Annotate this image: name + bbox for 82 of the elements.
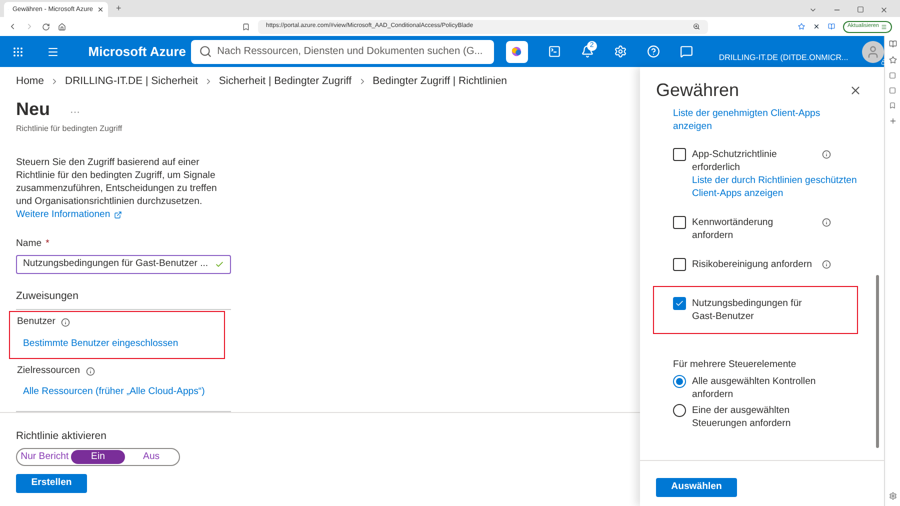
breadcrumb-link[interactable]: Sicherheit | Bedingter Zugriff bbox=[218, 74, 352, 90]
add-icon bbox=[888, 117, 896, 125]
checkbox[interactable] bbox=[673, 148, 686, 161]
new-tab-button[interactable]: + bbox=[116, 2, 122, 15]
feedback-icon bbox=[680, 45, 693, 58]
wallet-icon bbox=[889, 87, 896, 94]
section-link[interactable]: Bestimmte Benutzer eingeschlossen bbox=[23, 336, 224, 352]
extension-icon bbox=[812, 23, 820, 30]
radio-button[interactable] bbox=[673, 375, 686, 388]
checkbox[interactable] bbox=[673, 216, 686, 229]
extension-icon bbox=[798, 23, 804, 30]
external-link-icon bbox=[114, 210, 122, 219]
copilot-icon bbox=[511, 46, 522, 57]
close-icon bbox=[97, 6, 104, 13]
settings-icon bbox=[888, 492, 896, 500]
chevron-down-icon bbox=[809, 6, 817, 14]
menu-icon bbox=[47, 46, 60, 58]
restore-icon bbox=[857, 6, 864, 13]
page-subtitle: Richtlinie für bedingten Zugriff bbox=[16, 122, 124, 135]
save-icon bbox=[889, 102, 896, 109]
person-icon bbox=[866, 44, 880, 58]
zoom-icon bbox=[693, 23, 700, 30]
enable-label: Richtlinie aktivieren bbox=[16, 429, 108, 444]
book-icon bbox=[888, 40, 896, 48]
bookmark-icon bbox=[242, 22, 250, 30]
forward-icon bbox=[25, 22, 34, 31]
checkbox-label: Kennwortänderung anfordern bbox=[692, 216, 774, 242]
search-field[interactable]: Nach Ressourcen, Diensten und Dokumenten suchen (G... bbox=[191, 40, 494, 64]
breadcrumb-link[interactable]: Home bbox=[16, 74, 44, 90]
brand-title[interactable]: Microsoft Azure bbox=[88, 42, 192, 62]
back-icon bbox=[8, 22, 17, 31]
more-button[interactable]: ··· bbox=[70, 104, 80, 120]
info-icon bbox=[61, 318, 70, 327]
reload-icon bbox=[42, 22, 50, 30]
check-icon bbox=[215, 260, 224, 269]
panel-link[interactable]: Liste der durch Richtlinien geschützten Client-Apps anzeigen bbox=[692, 174, 862, 200]
toggle-option[interactable]: Ein bbox=[71, 450, 125, 464]
section-heading: Zuweisungen bbox=[16, 288, 80, 304]
checkbox-label: App-Schutzrichtlinie erforderlich bbox=[692, 148, 778, 174]
close-icon bbox=[880, 6, 888, 14]
select-button[interactable]: Auswählen bbox=[656, 478, 737, 497]
field-label: Name bbox=[16, 237, 42, 252]
breadcrumb-link[interactable]: DRILLING-IT.DE | Sicherheit bbox=[65, 74, 198, 90]
help-icon bbox=[646, 45, 660, 58]
radio-button[interactable] bbox=[673, 404, 686, 418]
check-icon bbox=[675, 299, 684, 308]
checkbox[interactable] bbox=[673, 297, 686, 310]
multiple-controls-label: Für mehrere Steuerelemente bbox=[673, 358, 798, 372]
create-button[interactable]: Erstellen bbox=[16, 474, 87, 493]
collections-icon bbox=[889, 72, 896, 79]
description: Steuern Sie den Zugriff basierend auf einer Richtlinie für den bedingten Zugriff, um Signale zusammenzuführen, Entscheidungen zu treffen und Organisationsrichtlinien durchzusetzen. bbox=[16, 156, 218, 208]
radio-label: Eine der ausgewählten Steuerungen anfordern bbox=[692, 404, 792, 430]
favorites-icon bbox=[888, 56, 896, 64]
toggle-option[interactable]: Aus bbox=[124, 450, 178, 464]
settings-icon bbox=[614, 45, 627, 58]
learn-more-link[interactable]: Weitere Informationen bbox=[16, 208, 122, 222]
name-field[interactable]: Nutzungsbedingungen für Gast-Benutzer ... bbox=[16, 254, 231, 274]
radio-label: Alle ausgewählten Kontrollen anfordern bbox=[692, 375, 817, 402]
section-link[interactable]: Alle Ressourcen (früher „Alle Cloud-Apps“) bbox=[23, 385, 224, 400]
search-icon bbox=[199, 45, 212, 58]
copilot-button[interactable] bbox=[506, 40, 528, 62]
home-icon bbox=[58, 22, 66, 30]
section-label: Zielressourcen bbox=[17, 364, 80, 378]
tenant-name[interactable]: DRILLING-IT.DE (DITDE.ONMICR... bbox=[718, 52, 848, 64]
checkbox[interactable] bbox=[673, 258, 686, 271]
extension-icon bbox=[828, 23, 834, 30]
toggle-option[interactable]: Nur Bericht bbox=[18, 450, 72, 464]
terminal-icon bbox=[548, 45, 561, 58]
info-icon bbox=[86, 366, 95, 376]
checkbox-label: Nutzungsbedingungen für Gast-Benutzer bbox=[692, 297, 803, 323]
panel-link[interactable]: Liste der genehmigten Client-Apps anzeigen bbox=[673, 107, 843, 133]
section-label: Benutzer bbox=[17, 315, 56, 330]
required-mark: * bbox=[46, 237, 50, 252]
menu-icon bbox=[881, 24, 887, 30]
avatar[interactable] bbox=[862, 40, 884, 62]
panel-title: Gewähren bbox=[656, 78, 740, 102]
app-launcher-icon bbox=[12, 46, 24, 58]
page-title: Neu bbox=[16, 98, 50, 121]
close-icon bbox=[849, 84, 862, 96]
bell-icon bbox=[580, 45, 594, 58]
breadcrumb-link[interactable]: Bedingter Zugriff | Richtlinien bbox=[372, 74, 507, 90]
checkbox-label: Risikobereinigung anfordern bbox=[692, 258, 813, 271]
